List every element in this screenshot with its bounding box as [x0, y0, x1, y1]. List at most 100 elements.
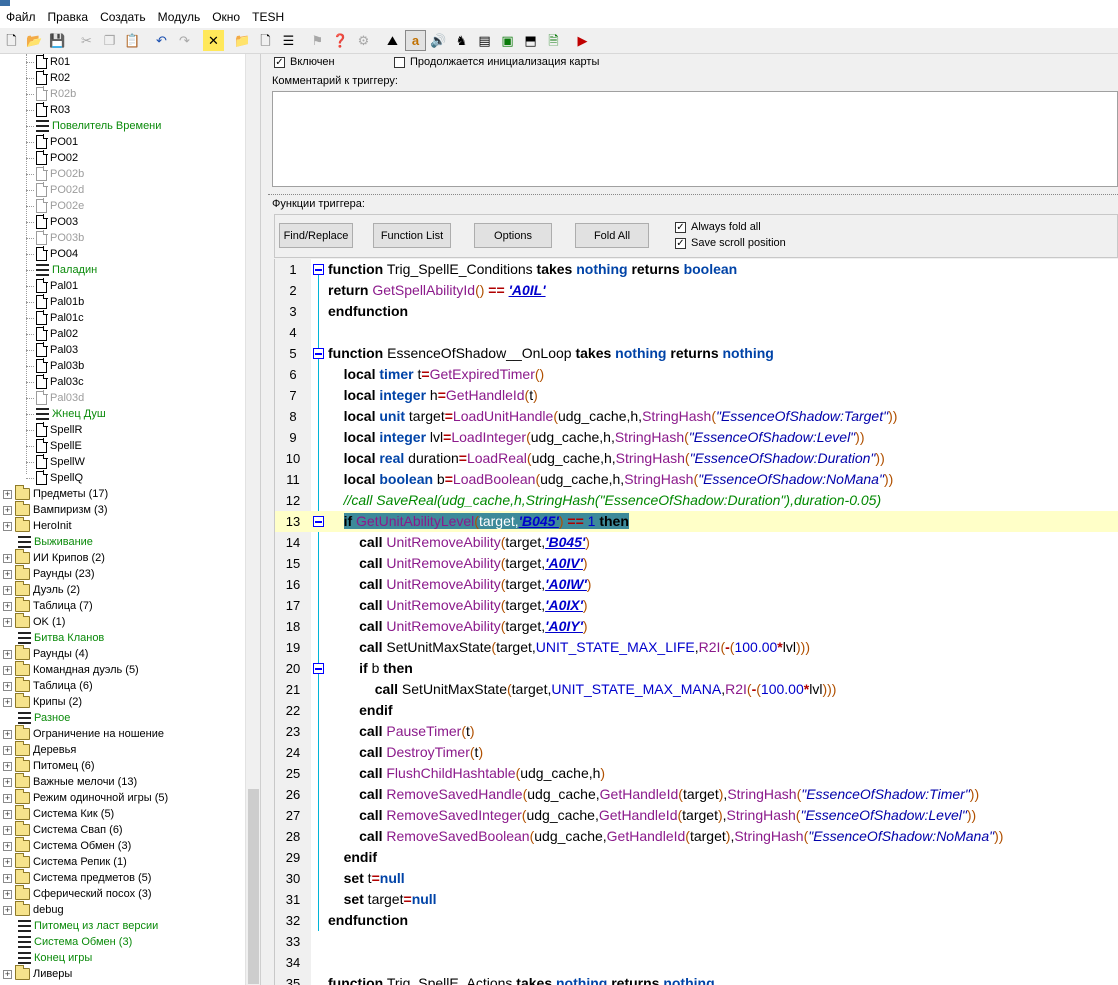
tree-folder-item[interactable]: + Таблица (6): [3, 677, 93, 694]
tree-trigger-item[interactable]: Pal03c: [26, 374, 84, 390]
expand-plus-icon[interactable]: +: [3, 745, 12, 755]
tree-folder-item[interactable]: + Режим одиночной игры (5): [3, 789, 168, 806]
terrain-editor-icon[interactable]: ⛰: [382, 30, 403, 51]
tree-folder-item[interactable]: + Сферический посох (3): [3, 885, 152, 902]
tree-folder-item[interactable]: + Система Репик (1): [3, 853, 127, 870]
code-line[interactable]: 1 function Trig_SpellE_Conditions takes n…: [275, 259, 1118, 280]
code-line[interactable]: 32 endfunction: [275, 910, 1118, 931]
expand-plus-icon[interactable]: +: [3, 697, 12, 707]
fold-all-button[interactable]: Fold All: [575, 223, 649, 248]
tree-folder-item[interactable]: + Предметы (17): [3, 485, 108, 502]
expand-plus-icon[interactable]: +: [3, 681, 12, 691]
tree-comment-item[interactable]: Питомец из ласт версии: [3, 918, 158, 934]
tree-trigger-item[interactable]: Pal01: [26, 278, 78, 294]
fold-minus-icon[interactable]: [313, 516, 324, 527]
tree-folder-item[interactable]: + Система Кик (5): [3, 805, 114, 822]
function-list-button[interactable]: Function List: [373, 223, 451, 248]
menu-item-2[interactable]: Создать: [94, 8, 152, 26]
expand-plus-icon[interactable]: +: [3, 489, 12, 499]
code-line[interactable]: 4: [275, 322, 1118, 343]
code-line[interactable]: 15 call UnitRemoveAbility(target,'A0IV'): [275, 553, 1118, 574]
expand-plus-icon[interactable]: +: [3, 777, 12, 787]
options-button[interactable]: Options: [474, 223, 552, 248]
always-fold-checkbox[interactable]: ✓ Always fold all: [675, 221, 761, 233]
campaign-editor-icon[interactable]: ▤: [474, 30, 495, 51]
expand-plus-icon[interactable]: +: [3, 825, 12, 835]
expand-plus-icon[interactable]: +: [3, 553, 12, 563]
tree-folder-item[interactable]: + Раунды (23): [3, 565, 94, 582]
tree-comment-item[interactable]: Повелитель Времени: [26, 118, 161, 134]
tree-scrollbar-thumb[interactable]: [248, 789, 259, 984]
enabled-checkbox[interactable]: ✓ Включен: [274, 56, 335, 68]
menu-item-3[interactable]: Модуль: [152, 8, 207, 26]
sound-editor-icon[interactable]: 🔊: [428, 30, 449, 51]
tree-comment-item[interactable]: Система Обмен (3): [3, 934, 132, 950]
copy-icon[interactable]: ❐: [99, 30, 120, 51]
expand-plus-icon[interactable]: +: [3, 905, 12, 915]
tree-folder-item[interactable]: + Система Свап (6): [3, 821, 123, 838]
expand-plus-icon[interactable]: +: [3, 585, 12, 595]
menu-item-0[interactable]: Файл: [0, 8, 42, 26]
save-scroll-checkbox[interactable]: ✓ Save scroll position: [675, 237, 786, 249]
tree-comment-item[interactable]: Битва Кланов: [3, 630, 104, 646]
tree-folder-item[interactable]: + OK (1): [3, 613, 65, 630]
code-editor[interactable]: 1 function Trig_SpellE_Conditions takes n…: [274, 259, 1118, 985]
always-fold-check-box[interactable]: ✓: [675, 221, 686, 233]
expand-plus-icon[interactable]: +: [3, 873, 12, 883]
enabled-check-box[interactable]: ✓: [274, 56, 285, 68]
fold-minus-icon[interactable]: [313, 663, 324, 674]
code-line[interactable]: 20 if b then: [275, 658, 1118, 679]
tree-comment-item[interactable]: Разное: [3, 710, 70, 726]
tree-trigger-item[interactable]: PO02e: [26, 198, 84, 214]
code-line[interactable]: 8 local unit target=LoadUnitHandle(udg_c…: [275, 406, 1118, 427]
tree-trigger-item[interactable]: PO01: [26, 134, 78, 150]
trigger-editor-icon[interactable]: a: [405, 30, 426, 51]
new-category-folder-icon[interactable]: 📁: [232, 30, 253, 51]
tree-trigger-item[interactable]: PO03b: [26, 230, 84, 246]
tree-folder-item[interactable]: + Система Обмен (3): [3, 837, 131, 854]
tree-comment-item[interactable]: Выживание: [3, 534, 93, 550]
expand-plus-icon[interactable]: +: [3, 809, 12, 819]
tree-trigger-item[interactable]: R03: [26, 102, 70, 118]
expand-plus-icon[interactable]: +: [3, 857, 12, 867]
tree-folder-item[interactable]: + Вампиризм (3): [3, 501, 108, 518]
tree-trigger-item[interactable]: Pal03b: [26, 358, 84, 374]
code-line[interactable]: 2 return GetSpellAbilityId() == 'A0IL': [275, 280, 1118, 301]
menu-item-1[interactable]: Правка: [42, 8, 95, 26]
expand-plus-icon[interactable]: +: [3, 969, 12, 979]
panel-splitter[interactable]: [268, 194, 1118, 195]
new-condition-icon[interactable]: ❓: [330, 30, 351, 51]
tree-trigger-item[interactable]: SpellW: [26, 454, 85, 470]
expand-plus-icon[interactable]: +: [3, 569, 12, 579]
menu-item-5[interactable]: TESH: [246, 8, 290, 26]
delete-x-icon[interactable]: ✕: [203, 30, 224, 51]
save-icon[interactable]: 💾: [47, 30, 68, 51]
new-event-icon[interactable]: ⚑: [307, 30, 328, 51]
expand-plus-icon[interactable]: +: [3, 617, 12, 627]
tree-scrollbar[interactable]: [245, 54, 260, 985]
fold-minus-icon[interactable]: [313, 264, 324, 275]
expand-plus-icon[interactable]: +: [3, 521, 12, 531]
code-line[interactable]: 35 function Trig_SpellE_Actions takes not…: [275, 973, 1118, 985]
code-line[interactable]: 17 call UnitRemoveAbility(target,'A0IX'): [275, 595, 1118, 616]
tree-trigger-item[interactable]: PO04: [26, 246, 78, 262]
code-line[interactable]: 10 local real duration=LoadReal(udg_cach…: [275, 448, 1118, 469]
new-comment-icon[interactable]: ☰: [278, 30, 299, 51]
code-line[interactable]: 5 function EssenceOfShadow__OnLoop takes …: [275, 343, 1118, 364]
undo-icon[interactable]: ↶: [151, 30, 172, 51]
code-line[interactable]: 9 local integer lvl=LoadInteger(udg_cach…: [275, 427, 1118, 448]
import-manager-icon[interactable]: ⬒: [520, 30, 541, 51]
tree-trigger-item[interactable]: PO02: [26, 150, 78, 166]
tree-folder-item[interactable]: + Раунды (4): [3, 645, 88, 662]
open-folder-icon[interactable]: 📂: [24, 30, 45, 51]
redo-icon[interactable]: ↷: [174, 30, 195, 51]
expand-plus-icon[interactable]: +: [3, 889, 12, 899]
code-line[interactable]: 21 call SetUnitMaxState(target,UNIT_STAT…: [275, 679, 1118, 700]
code-line[interactable]: 24 call DestroyTimer(t): [275, 742, 1118, 763]
tree-folder-item[interactable]: + Деревья: [3, 741, 76, 758]
tree-trigger-item[interactable]: SpellE: [26, 438, 82, 454]
tree-folder-item[interactable]: + Командная дуэль (5): [3, 661, 139, 678]
menu-item-4[interactable]: Окно: [206, 8, 246, 26]
find-replace-button[interactable]: Find/Replace: [279, 223, 353, 248]
tree-trigger-item[interactable]: PO02d: [26, 182, 84, 198]
